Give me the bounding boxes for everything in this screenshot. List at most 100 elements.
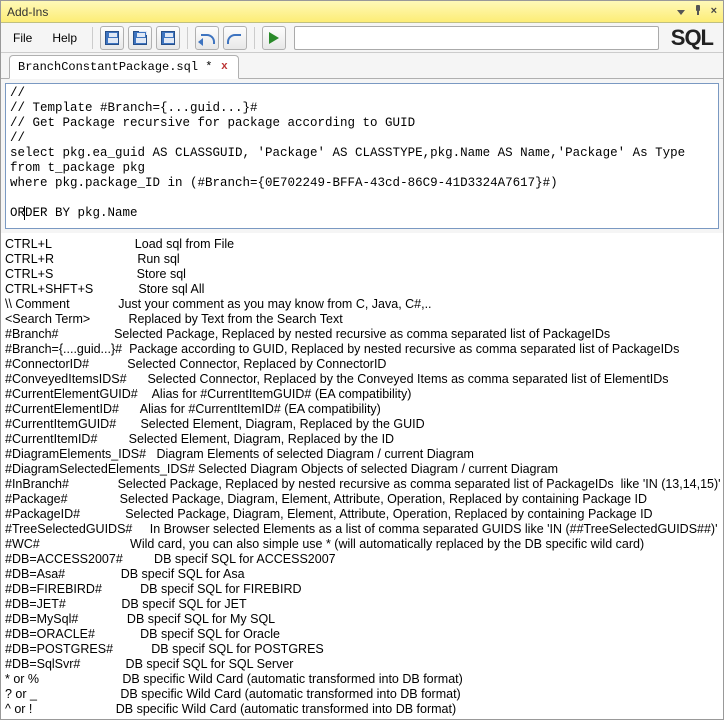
search-input[interactable] [294,26,659,50]
help-value: Alias for #CurrentItemGUID# (EA compatib… [152,387,412,402]
window-options-icon[interactable] [677,6,685,18]
help-row: * or % DB specific Wild Card (automatic … [5,672,721,687]
help-key: <Search Term> [5,312,128,327]
editor-container: //// Template #Branch={...guid...}#// Ge… [1,79,723,233]
help-value: Store sql All [138,282,204,297]
save-all-button[interactable] [128,26,152,50]
help-row: #InBranch# Selected Package, Replaced by… [5,477,721,492]
help-row: #DB=SqlSvr# DB specif SQL for SQL Server [5,657,721,672]
help-key: #DiagramElements_IDS# [5,447,156,462]
help-key: #DB=JET# [5,597,121,612]
undo-icon [199,32,215,44]
tab-close-icon[interactable]: x [218,61,230,73]
help-value: Just your comment as you may know from C… [118,297,431,312]
help-row: CTRL+R Run sql [5,252,721,267]
help-value: Selected Element, Diagram, Replaced by t… [129,432,394,447]
help-value: Load sql from File [114,237,234,252]
help-key: #DB=SqlSvr# [5,657,126,672]
help-value: DB specif SQL for Oracle [140,627,280,642]
help-value: In Browser selected Elements as a list o… [150,522,718,537]
sql-editor[interactable]: //// Template #Branch={...guid...}#// Ge… [5,83,719,229]
editor-line: select pkg.ea_guid AS CLASSGUID, 'Packag… [10,146,714,161]
help-key: #Branch# [5,327,114,342]
help-key: #WC# [5,537,109,552]
editor-line: // [10,131,714,146]
play-icon [269,32,279,44]
help-row: #DB=JET# DB specif SQL for JET [5,597,721,612]
help-key: #ConveyedItemsIDS# [5,372,147,387]
floppy-icon [105,31,119,45]
help-row: #CurrentItemGUID# Selected Element, Diag… [5,417,721,432]
help-value: DB specif SQL for ACCESS2007 [154,552,336,567]
help-value: Replaced by Text from the Search Text [128,312,342,327]
help-value: DB specif SQL for FIREBIRD [140,582,301,597]
editor-line: // Get Package recursive for package acc… [10,116,714,131]
help-row: CTRL+L Load sql from File [5,237,721,252]
help-value: Selected Package, Replaced by nested rec… [114,327,610,342]
help-value: Selected Diagram Objects of selected Dia… [198,462,558,477]
help-row: #PackageID# Selected Package, Diagram, E… [5,507,721,522]
toolbar: File Help SQL [1,23,723,53]
help-row: #CurrentItemID# Selected Element, Diagra… [5,432,721,447]
help-key: #DB=FIREBIRD# [5,582,140,597]
help-value: DB specific Wild Card (automatic transfo… [102,672,463,687]
help-key: #InBranch# [5,477,118,492]
help-key: #DB=Asa# [5,567,121,582]
window-title: Add-Ins [7,5,48,19]
help-row: #ConveyedItemsIDS# Selected Connector, R… [5,372,721,387]
help-key: CTRL+SHFT+S [5,282,138,297]
help-row: #DB=FIREBIRD# DB specif SQL for FIREBIRD [5,582,721,597]
help-row: ? or _ DB specific Wild Card (automatic … [5,687,721,702]
save-as-button[interactable] [156,26,180,50]
separator [92,27,93,49]
help-value: Wild card, you can also simple use * (wi… [109,537,644,552]
tab-active[interactable]: BranchConstantPackage.sql * x [9,55,239,79]
help-row: #DB=MySql# DB specif SQL for My SQL [5,612,721,627]
editor-line [10,191,714,206]
help-value: DB specif SQL for POSTGRES [151,642,324,657]
help-key: CTRL+R [5,252,116,267]
help-key: \\ Comment [5,297,118,312]
undo-button[interactable] [195,26,219,50]
help-value: Selected Package, Diagram, Element, Attr… [125,507,652,522]
help-value: Selected Connector, Replaced by Connecto… [127,357,386,372]
help-row: #DB=Asa# DB specif SQL for Asa [5,567,721,582]
editor-line: ORDER BY pkg.Name [10,206,714,221]
help-key: ? or _ [5,687,99,702]
help-key: #CurrentElementID# [5,402,140,417]
help-row: #Package# Selected Package, Diagram, Ele… [5,492,721,507]
editor-line: // Template #Branch={...guid...}# [10,101,714,116]
help-row: #DiagramSelectedElements_IDS# Selected D… [5,462,721,477]
help-value: Selected Element, Diagram, Replaced by t… [140,417,424,432]
help-key: #CurrentElementGUID# [5,387,152,402]
help-value: DB specif SQL for Asa [121,567,245,582]
help-value: Store sql [116,267,186,282]
help-row: #TreeSelectedGUIDS# In Browser selected … [5,522,721,537]
editor-line: // [10,86,714,101]
help-row: #DB=ACCESS2007# DB specif SQL for ACCESS… [5,552,721,567]
separator [254,27,255,49]
help-value: Selected Package, Diagram, Element, Attr… [120,492,647,507]
close-icon[interactable]: × [711,6,717,17]
help-row: ^ or ! DB specific Wild Card (automatic … [5,702,721,717]
menu-file[interactable]: File [5,27,40,49]
help-key: #CurrentItemGUID# [5,417,140,432]
help-panel: CTRL+L Load sql from FileCTRL+R Run sqlC… [1,233,723,719]
help-key: #DiagramSelectedElements_IDS# [5,462,198,477]
help-key: * or % [5,672,102,687]
help-value: Diagram Elements of selected Diagram / c… [156,447,473,462]
help-value: DB specific Wild Card (automatic transfo… [95,702,456,717]
pin-icon[interactable] [693,5,703,18]
run-button[interactable] [262,26,286,50]
help-key: #DB=ORACLE# [5,627,140,642]
help-row: CTRL+SHFT+S Store sql All [5,282,721,297]
save-button[interactable] [100,26,124,50]
help-row: #CurrentElementGUID# Alias for #CurrentI… [5,387,721,402]
redo-button[interactable] [223,26,247,50]
menu-help[interactable]: Help [44,27,85,49]
help-value: Selected Package, Replaced by nested rec… [118,477,721,492]
sql-label: SQL [671,25,713,51]
help-row: #DB=POSTGRES# DB specif SQL for POSTGRES [5,642,721,657]
help-row: #DB=ORACLE# DB specif SQL for Oracle [5,627,721,642]
help-key: #PackageID# [5,507,125,522]
